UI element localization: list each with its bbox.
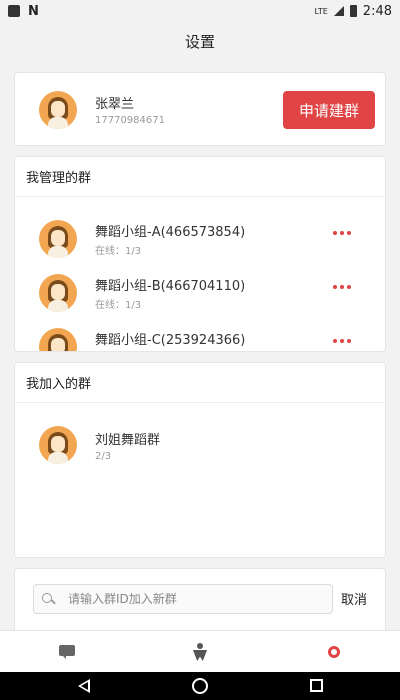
- list-item[interactable]: 舞蹈小组-B(466704110) 在线：1/3: [15, 269, 385, 323]
- home-icon[interactable]: [192, 678, 208, 694]
- notification-n-icon: N: [28, 3, 39, 19]
- page-header: 设置: [0, 22, 400, 60]
- group-status: 在线：1/3: [95, 246, 142, 257]
- bottom-tab-bar: [0, 630, 400, 672]
- battery-icon: [349, 5, 357, 17]
- avatar: [39, 274, 77, 312]
- list-item[interactable]: 舞蹈小组-C(253924366): [15, 323, 385, 351]
- group-status: 在线：1/3: [95, 300, 142, 311]
- system-nav-bar: [0, 672, 400, 700]
- search-box[interactable]: [33, 584, 333, 614]
- managed-groups-card: 我管理的群 舞蹈小组-A(466573854) 在线：1/3 舞蹈小组-B(46…: [14, 156, 386, 352]
- managed-groups-title: 我管理的群: [15, 157, 385, 197]
- group-name: 舞蹈小组-B(466704110): [95, 279, 246, 294]
- profile-name: 张翠兰: [95, 97, 135, 112]
- more-options-icon[interactable]: [333, 285, 351, 289]
- recent-apps-icon[interactable]: [310, 679, 323, 692]
- apply-create-group-button[interactable]: 申请建群: [283, 91, 375, 129]
- more-options-icon[interactable]: [333, 231, 351, 235]
- group-name: 刘姐舞蹈群: [95, 433, 161, 448]
- group-status: 2/3: [95, 451, 112, 462]
- gear-icon[interactable]: [325, 643, 343, 661]
- signal-icon: [333, 6, 344, 16]
- sd-card-icon: [8, 5, 20, 17]
- list-item[interactable]: 舞蹈小组-A(466573854) 在线：1/3: [15, 215, 385, 269]
- joined-groups-card: 我加入的群 刘姐舞蹈群 2/3: [14, 362, 386, 558]
- joined-groups-title: 我加入的群: [15, 363, 385, 403]
- avatar: [39, 328, 77, 351]
- back-icon[interactable]: [78, 679, 90, 693]
- profile-card: 张翠兰 17770984671 申请建群: [14, 72, 386, 146]
- chat-icon[interactable]: [58, 643, 76, 661]
- group-name: 舞蹈小组-C(253924366): [95, 333, 246, 348]
- cancel-button[interactable]: 取消: [341, 589, 367, 608]
- network-type: LTE: [314, 6, 328, 16]
- avatar: [39, 426, 77, 464]
- search-icon: [42, 593, 54, 605]
- page-title: 设置: [184, 32, 215, 51]
- person-icon[interactable]: [191, 643, 209, 661]
- profile-phone: 17770984671: [95, 115, 165, 126]
- status-time: 2:48: [362, 3, 392, 19]
- list-item[interactable]: 刘姐舞蹈群 2/3: [15, 421, 385, 475]
- avatar: [39, 91, 77, 129]
- group-id-input[interactable]: [68, 592, 308, 606]
- avatar: [39, 220, 77, 258]
- status-bar: N LTE 2:48: [0, 0, 400, 22]
- join-group-search-card: 取消: [14, 568, 386, 630]
- more-options-icon[interactable]: [333, 339, 351, 343]
- group-name: 舞蹈小组-A(466573854): [95, 225, 246, 240]
